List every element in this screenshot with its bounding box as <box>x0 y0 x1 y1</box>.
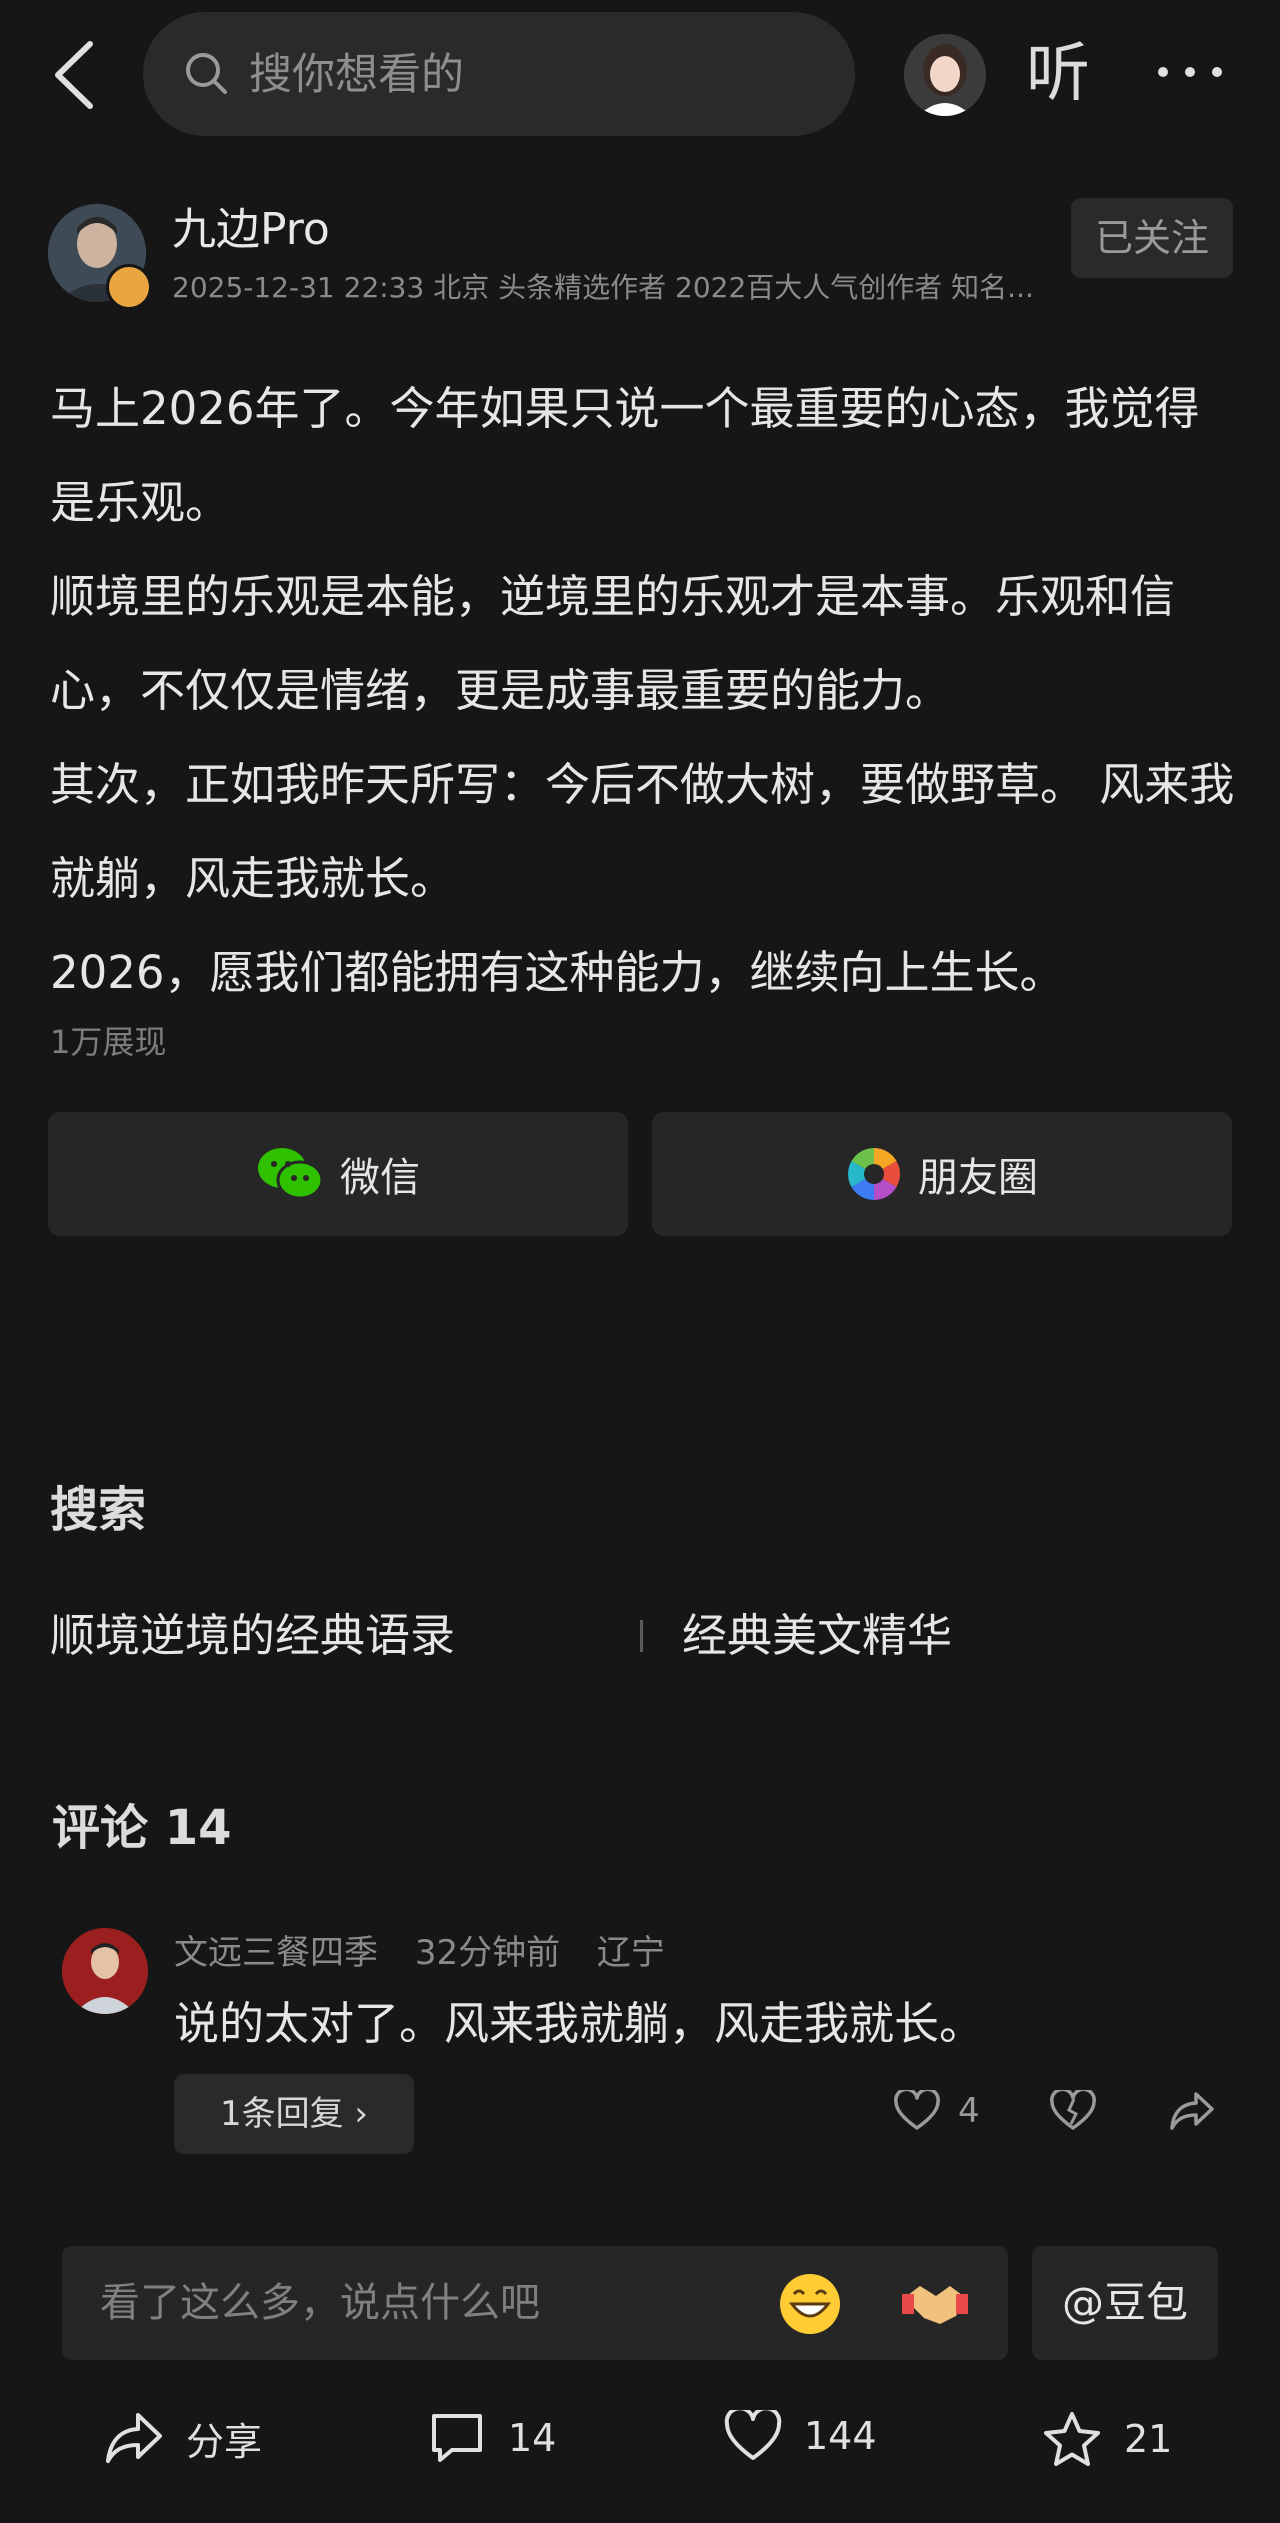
search-icon <box>186 53 227 94</box>
share-arrow-icon <box>1170 2092 1214 2130</box>
comment-share-button[interactable] <box>1168 2090 1216 2136</box>
post-content: 马上2026年了。今年如果只说一个最重要的心态，我觉得是乐观。 顺境里的乐观是本… <box>50 362 1240 1020</box>
share-moments-label: 朋友圈 <box>918 1155 1038 1201</box>
comments-title: 评论 14 <box>52 1800 232 1856</box>
share-label: 分享 <box>186 2419 263 2464</box>
search-suggestion[interactable]: 经典美文精华 <box>682 1608 952 1664</box>
view-count: 1万展现 <box>50 1023 167 1061</box>
broken-heart-icon <box>1050 2087 1096 2130</box>
star-icon <box>1044 2412 1100 2466</box>
search-input[interactable]: 搜你想看的 <box>143 12 855 136</box>
post-paragraph: 2026，愿我们都能拥有这种能力，继续向上生长。 <box>50 946 1065 999</box>
more-icon <box>1158 67 1222 77</box>
handshake-emoji-icon[interactable] <box>900 2272 970 2336</box>
share-moments-button[interactable]: 朋友圈 <box>652 1112 1232 1236</box>
more-button[interactable] <box>1155 60 1225 84</box>
heart-icon <box>894 2090 940 2130</box>
comment-input[interactable]: 看了这么多，说点什么吧 <box>62 2246 1008 2360</box>
share-button[interactable]: 分享 <box>104 2410 262 2466</box>
grin-emoji-icon[interactable] <box>778 2272 842 2336</box>
back-button[interactable] <box>50 40 100 110</box>
comment-meta: 文远三餐四季 32分钟前 辽宁 <box>174 1932 691 1974</box>
mention-doubao-button[interactable]: @豆包 <box>1032 2246 1218 2360</box>
follow-button[interactable]: 已关注 <box>1071 198 1233 278</box>
like-count: 144 <box>804 2414 877 2458</box>
share-arrow-icon <box>106 2413 162 2463</box>
commenter-name[interactable]: 文远三餐四季 <box>174 1933 378 1973</box>
user-avatar[interactable] <box>904 34 986 116</box>
commenter-avatar[interactable] <box>62 1928 148 2014</box>
comment-dislike-button[interactable] <box>1050 2087 1096 2136</box>
favorite-button[interactable]: 21 <box>1042 2410 1172 2468</box>
share-wechat-button[interactable]: 微信 <box>48 1112 628 1236</box>
comment-like-count: 4 <box>958 2091 980 2131</box>
comment-placeholder: 看了这么多，说点什么吧 <box>100 2280 540 2326</box>
view-replies-button[interactable]: 1条回复 › <box>174 2074 414 2154</box>
listen-button[interactable]: 听 <box>1026 38 1090 110</box>
divider <box>640 1620 643 1652</box>
avatar-icon <box>904 34 986 116</box>
post-paragraph: 马上2026年了。今年如果只说一个最重要的心态，我觉得是乐观。 <box>50 382 1200 529</box>
comment-button[interactable]: 14 <box>428 2410 556 2466</box>
search-placeholder: 搜你想看的 <box>249 50 464 100</box>
post-paragraph: 顺境里的乐观是本能，逆境里的乐观才是本事。乐观和信心，不仅仅是情绪，更是成事最重… <box>50 570 1176 717</box>
comment-count: 14 <box>508 2416 557 2460</box>
comment-icon <box>432 2414 482 2462</box>
verified-badge-icon <box>106 264 152 310</box>
post-paragraph: 其次，正如我昨天所写：今后不做大树，要做野草。 风来我就躺，风走我就长。 <box>50 758 1235 905</box>
like-button[interactable]: 144 <box>724 2410 877 2462</box>
wechat-icon <box>258 1148 324 1200</box>
favorite-count: 21 <box>1124 2417 1173 2461</box>
comment-time: 32分钟前 <box>414 1933 561 1973</box>
heart-icon <box>724 2410 782 2460</box>
author-meta: 2025-12-31 22:33 北京 头条精选作者 2022百大人气创作者 知… <box>172 271 1034 304</box>
share-wechat-label: 微信 <box>340 1155 420 1201</box>
bottom-toolbar: 分享 14 144 21 <box>0 2380 1280 2523</box>
author-name[interactable]: 九边Pro <box>172 202 330 258</box>
search-suggestion[interactable]: 顺境逆境的经典语录 <box>50 1608 455 1664</box>
comment-text: 说的太对了。风来我就躺，风走我就长。 <box>174 1997 985 2050</box>
search-section-title: 搜索 <box>50 1482 147 1538</box>
back-icon <box>55 41 93 109</box>
moments-icon <box>848 1148 900 1200</box>
commenter-photo <box>62 1928 148 2014</box>
comment-location: 辽宁 <box>596 1933 665 1973</box>
comment-like-button[interactable]: 4 <box>894 2090 980 2132</box>
